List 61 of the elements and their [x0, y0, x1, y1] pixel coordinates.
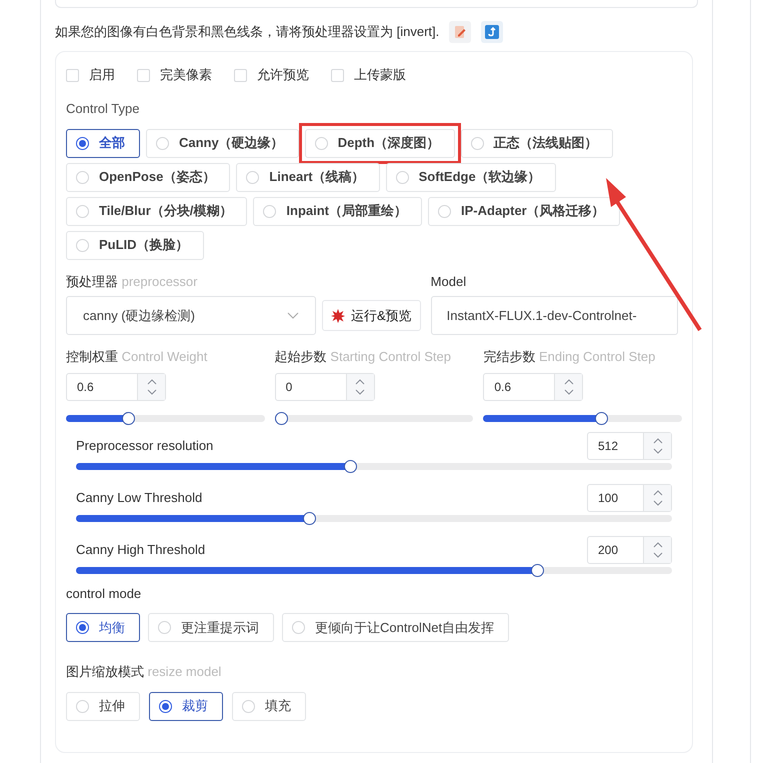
radio-option[interactable]: 裁剪	[149, 692, 223, 720]
section-label: 图片缩放模式 resize model	[66, 663, 222, 681]
slider-thumb[interactable]	[530, 564, 544, 576]
burst-icon	[331, 308, 345, 322]
radio-option[interactable]: 填充	[232, 692, 306, 720]
radio-option[interactable]: Tile/Blur（分块/模糊）	[66, 196, 248, 226]
checkbox[interactable]	[66, 68, 79, 82]
number-field[interactable]: 512	[587, 432, 672, 460]
radio-option[interactable]: Canny（硬边缘）	[146, 128, 299, 158]
field-label: 起始步数 Starting Control Step	[274, 348, 452, 366]
radio-option[interactable]: SoftEdge（软边缘）	[386, 162, 556, 192]
radio-option[interactable]: 更倾向于让ControlNet自由发挥	[282, 613, 510, 642]
radio-option[interactable]: 更注重提示词	[148, 613, 274, 642]
checkbox[interactable]	[137, 68, 150, 82]
field-label: Model	[430, 272, 468, 290]
radio-option[interactable]: IP-Adapter（风格迁移）	[428, 196, 620, 226]
checkbox-label: 启用	[89, 66, 115, 84]
radio-option[interactable]: 正态（法线贴图）	[460, 128, 613, 158]
field-label: 控制权重 Control Weight	[66, 348, 208, 366]
number-field[interactable]: 0	[274, 372, 375, 400]
slider-label: Preprocessor resolution	[76, 436, 214, 455]
slider-label: Canny High Threshold	[76, 540, 206, 559]
stepper-icon[interactable]	[652, 488, 662, 506]
stepper-icon[interactable]	[564, 378, 574, 396]
radio-option[interactable]: Inpaint（局部重绘）	[253, 196, 422, 226]
checkbox[interactable]	[331, 68, 344, 82]
number-field[interactable]: 0.6	[483, 372, 584, 400]
stepper-icon[interactable]	[355, 378, 366, 396]
preprocessor-dropdown[interactable]: canny (硬边缘检测)	[66, 296, 316, 335]
field-label: 完结步数 Ending Control Step	[483, 348, 656, 366]
checkbox-label: 允许预览	[257, 66, 309, 84]
radio-option[interactable]: Depth（深度图）	[304, 128, 455, 158]
slider-label: Canny Low Threshold	[76, 488, 202, 507]
slider-thumb[interactable]	[303, 512, 316, 524]
field-label: 预处理器 preprocessor	[66, 272, 198, 291]
slider-thumb[interactable]	[594, 412, 608, 424]
stepper-icon[interactable]	[146, 378, 156, 396]
checkbox-label: 完美像素	[160, 66, 212, 84]
section-label: Control Type	[66, 100, 140, 118]
document-icon[interactable]	[449, 21, 472, 43]
run-button[interactable]: 运行&预览	[322, 300, 421, 331]
model-dropdown[interactable]: InstantX-FLUX.1-dev-Controlnet-	[430, 296, 678, 335]
number-field[interactable]: 100	[587, 484, 672, 512]
radio-option[interactable]: Lineart（线稿）	[236, 162, 380, 192]
slider-thumb[interactable]	[344, 460, 358, 472]
section-label: control mode	[66, 584, 142, 602]
number-field[interactable]: 200	[587, 536, 672, 564]
stepper-icon[interactable]	[652, 436, 662, 454]
slider-thumb[interactable]	[274, 412, 288, 424]
checkbox[interactable]	[234, 68, 247, 82]
slider-thumb[interactable]	[122, 412, 135, 424]
radio-option[interactable]: 均衡	[66, 613, 140, 642]
checkbox-label: 上传蒙版	[354, 66, 406, 84]
stepper-icon[interactable]	[652, 540, 662, 558]
number-field[interactable]: 0.6	[66, 372, 166, 400]
radio-option[interactable]: 全部	[66, 128, 140, 158]
radio-option[interactable]: PuLID（换脸）	[66, 230, 204, 260]
radio-option[interactable]: 拉伸	[66, 692, 140, 720]
chevron-icon	[287, 312, 299, 320]
hint-text: 如果您的图像有白色背景和黑色线条，请将预处理器设置为 [invert].	[55, 23, 440, 42]
radio-option[interactable]: OpenPose（姿态）	[66, 162, 230, 192]
